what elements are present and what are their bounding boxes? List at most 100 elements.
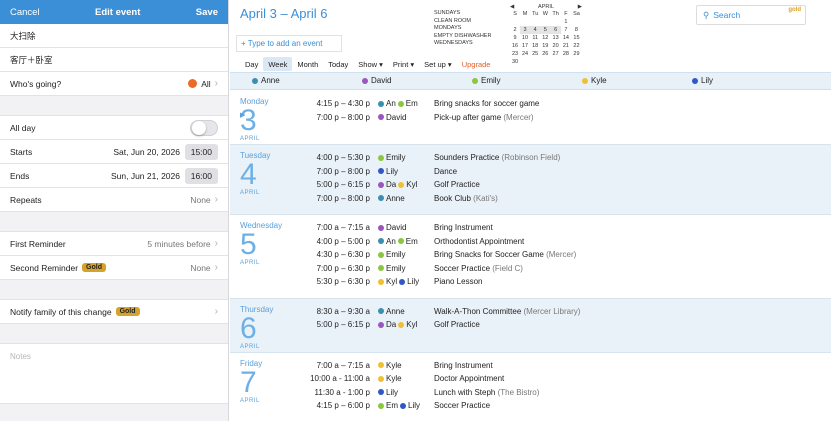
mini-day[interactable]: 5 xyxy=(540,26,551,34)
day-label[interactable]: Friday 7 APRIL xyxy=(240,359,290,404)
mini-day[interactable]: 3 xyxy=(520,26,531,34)
ends-row[interactable]: Ends Sun, Jun 21, 2026 16:00 xyxy=(0,164,228,188)
mini-day[interactable]: 24 xyxy=(520,50,530,58)
mini-day[interactable]: 10 xyxy=(520,34,530,42)
notify-family-row[interactable]: Notify family of this change Gold › xyxy=(0,300,228,324)
mini-day[interactable]: 27 xyxy=(550,50,561,58)
mini-day[interactable]: 15 xyxy=(571,34,582,42)
tab-day[interactable]: Day xyxy=(240,57,263,71)
mini-day[interactable]: 26 xyxy=(540,50,550,58)
all-day-toggle[interactable] xyxy=(190,119,218,136)
mini-day[interactable]: 6 xyxy=(550,26,561,34)
todo-item[interactable]: SUNDAYS xyxy=(434,10,491,18)
event-row[interactable]: 7:00 p – 6:30 p Emily Soccer Practice (Fie… xyxy=(296,262,523,275)
day-label[interactable]: Tuesday 4 APRIL xyxy=(240,151,290,196)
mini-day xyxy=(520,18,530,26)
upgrade-link[interactable]: Upgrade xyxy=(457,57,496,71)
event-row[interactable]: 7:00 p – 8:00 p Lily Dance xyxy=(296,165,459,178)
todo-item[interactable]: Empty dishwasher xyxy=(434,33,491,41)
ends-date[interactable]: Sun, Jun 21, 2026 xyxy=(111,171,180,181)
mini-day[interactable]: 9 xyxy=(510,34,520,42)
all-day-label: All day xyxy=(10,122,36,133)
tab-week[interactable]: Week xyxy=(263,57,293,71)
ends-time[interactable]: 16:00 xyxy=(184,167,218,184)
event-time: 7:00 a – 7:15 a xyxy=(316,223,370,232)
person-emily[interactable]: Emily xyxy=(472,76,501,85)
setup-menu[interactable]: Set up ▾ xyxy=(419,57,457,71)
mini-day[interactable]: 11 xyxy=(530,34,540,42)
person-lily[interactable]: Lily xyxy=(692,76,713,85)
mini-day[interactable]: 1 xyxy=(561,18,571,26)
whos-going-row[interactable]: Who's going? All › xyxy=(0,72,228,96)
event-row[interactable]: 4:30 p – 6:30 p Emily Bring Snacks for Soc… xyxy=(296,248,577,261)
day-label[interactable]: Thursday 6 APRIL xyxy=(240,305,290,350)
prev-month-icon[interactable]: ◀ xyxy=(510,4,514,10)
event-row[interactable]: 4:00 p – 5:30 p Emily Sounders Practice (R… xyxy=(296,151,561,164)
day-number: 7 xyxy=(240,365,257,399)
mini-day[interactable]: 8 xyxy=(571,26,582,34)
repeats-row[interactable]: Repeats None › xyxy=(0,188,228,212)
todo-item[interactable]: MONDAYS xyxy=(434,25,491,33)
event-row[interactable]: 4:00 p – 5:00 p An Em Orthodontist Appointm… xyxy=(296,235,527,248)
event-time: 7:00 p – 6:30 p xyxy=(316,263,370,273)
mini-day[interactable]: 2 xyxy=(510,26,520,34)
person-kyle[interactable]: Kyle xyxy=(582,76,607,85)
notes-field[interactable]: Notes xyxy=(0,344,228,404)
next-month-icon[interactable]: ▶ xyxy=(578,4,582,10)
event-row[interactable]: 7:00 a – 7:15 a David Bring Instrument xyxy=(296,221,495,234)
person-anne[interactable]: Anne xyxy=(252,76,280,85)
event-row[interactable]: 8:30 a – 9:30 a Anne Walk-A-Thon Committee… xyxy=(296,305,581,318)
mini-day[interactable]: 13 xyxy=(550,34,561,42)
event-attendees: David xyxy=(378,113,432,122)
add-event-input[interactable]: + Type to add an event xyxy=(236,35,342,52)
cancel-button[interactable]: Cancel xyxy=(10,7,40,18)
tab-today[interactable]: Today xyxy=(323,57,353,71)
mini-day[interactable]: 21 xyxy=(561,42,571,50)
mini-day[interactable]: 12 xyxy=(540,34,550,42)
second-reminder-row[interactable]: Second Reminder Gold None › xyxy=(0,256,228,280)
mini-day[interactable]: 16 xyxy=(510,42,520,50)
event-row[interactable]: 5:00 p – 6:15 p Da Kyl Golf Practice xyxy=(296,318,482,331)
todo-item[interactable]: Clean room xyxy=(434,18,491,26)
event-name-field[interactable]: 大扫除 xyxy=(0,24,228,48)
event-row[interactable]: 7:00 p – 8:00 p Anne Book Club (Kati's) xyxy=(296,192,498,205)
event-row[interactable]: 11:30 a - 1:00 p Lily Lunch with Steph (Th… xyxy=(296,386,540,399)
todo-item[interactable]: WEDNESDAYS xyxy=(434,40,491,48)
starts-time[interactable]: 15:00 xyxy=(184,143,218,160)
mini-day[interactable]: 18 xyxy=(530,42,540,50)
mini-day[interactable]: 14 xyxy=(561,34,571,42)
starts-date[interactable]: Sat, Jun 20, 2026 xyxy=(113,147,180,157)
tab-month[interactable]: Month xyxy=(292,57,323,71)
mini-day[interactable]: 7 xyxy=(561,26,571,34)
notify-family-label: Notify family of this change xyxy=(10,306,112,317)
mini-day[interactable]: 28 xyxy=(561,50,571,58)
event-row[interactable]: 10:00 a - 11:00 a Kyle Doctor Appointment xyxy=(296,372,507,385)
save-button[interactable]: Save xyxy=(196,7,218,18)
mini-day[interactable]: 4 xyxy=(530,26,541,34)
event-row[interactable]: 7:00 a – 7:15 a Kyle Bring Instrument xyxy=(296,359,495,372)
event-row[interactable]: 5:00 p – 6:15 p Da Kyl Golf Practice xyxy=(296,178,482,191)
print-menu[interactable]: Print ▾ xyxy=(388,57,419,71)
mini-day[interactable]: 22 xyxy=(571,42,582,50)
first-reminder-row[interactable]: First Reminder 5 minutes before › xyxy=(0,232,228,256)
mini-day[interactable]: 19 xyxy=(540,42,550,50)
show-menu[interactable]: Show ▾ xyxy=(353,57,388,71)
mini-day[interactable]: 25 xyxy=(530,50,540,58)
day-label[interactable]: Wednesday 5 APRIL xyxy=(240,221,290,266)
person-david[interactable]: David xyxy=(362,76,391,85)
event-location-field[interactable]: 客厅＋卧室 xyxy=(0,48,228,72)
day-label[interactable]: Monday 3 APRIL xyxy=(240,97,290,142)
event-row[interactable]: 7:00 p – 8:00 p David Pick-up after game (… xyxy=(296,111,534,124)
mini-day[interactable]: 29 xyxy=(571,50,582,58)
event-title: Pick-up after game xyxy=(434,112,502,122)
event-location: (Field C) xyxy=(492,263,523,273)
mini-day[interactable]: 17 xyxy=(520,42,530,50)
mini-day[interactable]: 20 xyxy=(550,42,561,50)
event-row[interactable]: 4:15 p – 6:00 p Em Lily Soccer Practice xyxy=(296,399,492,412)
mini-day[interactable]: 30 xyxy=(510,58,520,66)
event-row[interactable]: 5:30 p – 6:30 p Kyl Lily Piano Lesson xyxy=(296,275,485,288)
mini-day[interactable]: 23 xyxy=(510,50,520,58)
event-row[interactable]: 4:15 p – 4:30 p An Em Bring snacks for socc… xyxy=(296,97,542,110)
search-box[interactable]: ⚲ Search gold xyxy=(696,5,806,25)
starts-row[interactable]: Starts Sat, Jun 20, 2026 15:00 xyxy=(0,140,228,164)
